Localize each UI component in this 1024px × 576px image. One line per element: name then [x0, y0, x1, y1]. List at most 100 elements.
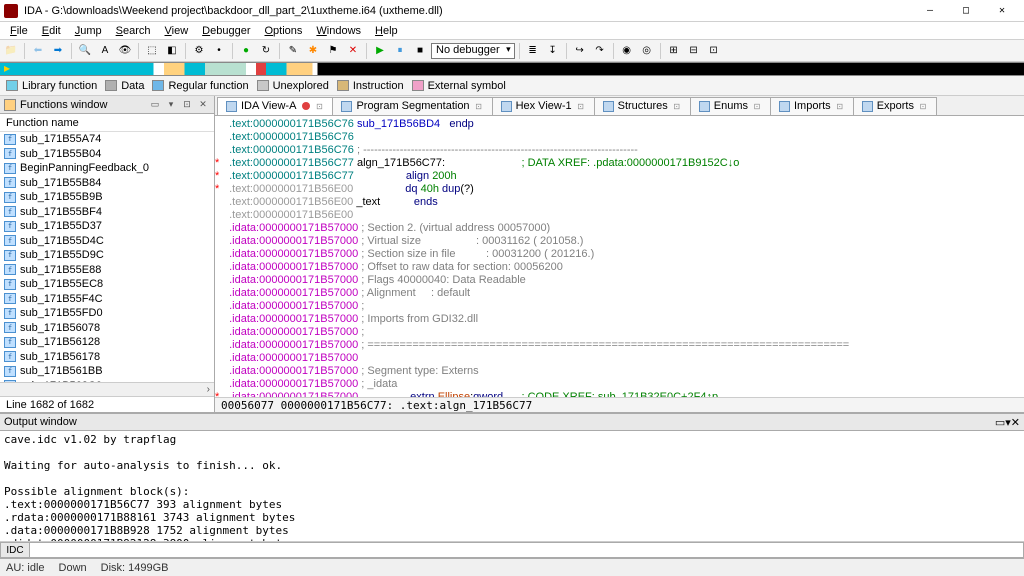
navigation-band[interactable]: ▸ [0, 62, 1024, 76]
tab-close-icon[interactable]: ⊡ [918, 101, 928, 111]
dot1-icon[interactable]: • [210, 42, 228, 60]
disasm-line[interactable]: .idata:0000000171B57000 ; Offset to raw … [215, 261, 1024, 274]
disasm-line[interactable]: .idata:0000000171B57000 ; _idata [215, 378, 1024, 391]
binoculars-icon[interactable]: 👁 [116, 42, 134, 60]
close-button[interactable]: ✕ [984, 1, 1020, 21]
step-icon[interactable]: ↪ [571, 42, 589, 60]
disasm-line[interactable]: * .text:0000000171B56E00 dq 40h dup(?) [215, 183, 1024, 196]
function-row[interactable]: fsub_171B55D9C [0, 248, 214, 263]
disassembly-view[interactable]: .text:0000000171B56C76 sub_171B56BD4 end… [215, 116, 1024, 397]
stop-icon[interactable]: ■ [411, 42, 429, 60]
text-icon[interactable]: A [96, 42, 114, 60]
disasm-line[interactable]: .text:0000000171B56E00 _text ends [215, 196, 1024, 209]
function-row[interactable]: fsub_171B56178 [0, 350, 214, 365]
disasm-line[interactable]: .idata:0000000171B57000 ; Segment type: … [215, 365, 1024, 378]
function-row[interactable]: fsub_171B561BB [0, 364, 214, 379]
flag-icon[interactable]: ⚑ [324, 42, 342, 60]
script-icon[interactable]: ✱ [304, 42, 322, 60]
tab-close-icon[interactable]: ⊡ [314, 101, 324, 111]
minimize-button[interactable]: — [912, 1, 948, 21]
disasm-line[interactable]: .idata:0000000171B57000 [215, 352, 1024, 365]
x1-icon[interactable]: ⊞ [665, 42, 683, 60]
tool2-icon[interactable]: ↧ [544, 42, 562, 60]
output-close-icon[interactable]: ✕ [1011, 416, 1020, 429]
function-row[interactable]: fsub_171B55BF4 [0, 205, 214, 220]
disasm-line[interactable]: .idata:0000000171B57000 ; Virtual size :… [215, 235, 1024, 248]
forward-icon[interactable]: ➡ [49, 42, 67, 60]
menu-edit[interactable]: Edit [36, 24, 67, 38]
tab-exports[interactable]: Exports⊡ [853, 97, 937, 115]
disasm-line[interactable]: * .idata:0000000171B57000 extrn Ellipse:… [215, 391, 1024, 397]
stepover-icon[interactable]: ↷ [591, 42, 609, 60]
reload-icon[interactable]: ↻ [257, 42, 275, 60]
go-icon[interactable]: ● [237, 42, 255, 60]
run-icon[interactable]: ⚙ [190, 42, 208, 60]
tab-close-icon[interactable]: ⊡ [672, 101, 682, 111]
function-row[interactable]: fsub_171B55EC8 [0, 277, 214, 292]
functions-column-header[interactable]: Function name [0, 114, 214, 132]
graph-icon[interactable]: ◧ [163, 42, 181, 60]
tab-close-icon[interactable]: ⊡ [576, 101, 586, 111]
disasm-line[interactable]: .idata:0000000171B57000 ; Imports from G… [215, 313, 1024, 326]
menu-debugger[interactable]: Debugger [196, 24, 256, 38]
scroll-right-hint[interactable]: › [0, 382, 214, 396]
disasm-line[interactable]: .idata:0000000171B57000 ; Section 2. (vi… [215, 222, 1024, 235]
x2-icon[interactable]: ⊟ [685, 42, 703, 60]
function-row[interactable]: fsub_171B56128 [0, 335, 214, 350]
disasm-line[interactable]: .text:0000000171B56E00 [215, 209, 1024, 222]
debugger-select[interactable]: No debugger [431, 43, 515, 59]
disasm-line[interactable]: .text:0000000171B56C76 ; ---------------… [215, 144, 1024, 157]
disasm-line[interactable]: .text:0000000171B56C76 sub_171B56BD4 end… [215, 118, 1024, 131]
pane-dock-icon[interactable]: ⊡ [180, 98, 194, 112]
disasm-line[interactable]: .idata:0000000171B57000 ; Section size i… [215, 248, 1024, 261]
disasm-line[interactable]: * .text:0000000171B56C77 algn_171B56C77:… [215, 157, 1024, 170]
tab-imports[interactable]: Imports⊡ [770, 97, 854, 115]
search-icon[interactable]: 🔍 [76, 42, 94, 60]
output-undock-icon[interactable]: ▭ [995, 416, 1005, 429]
disasm-line[interactable]: .idata:0000000171B57000 ; [215, 326, 1024, 339]
disasm-line[interactable]: .idata:0000000171B57000 ; ==============… [215, 339, 1024, 352]
menu-windows[interactable]: Windows [310, 24, 367, 38]
tab-ida-view-a[interactable]: IDA View-A⊡ [217, 97, 333, 115]
tab-hex-view-1[interactable]: Hex View-1⊡ [492, 97, 595, 115]
note-icon[interactable]: ✎ [284, 42, 302, 60]
back-icon[interactable]: ⬅ [29, 42, 47, 60]
menu-file[interactable]: File [4, 24, 34, 38]
output-prompt-label[interactable]: IDC [0, 542, 30, 558]
function-row[interactable]: fsub_171B55B04 [0, 147, 214, 162]
tool1-icon[interactable]: ≣ [524, 42, 542, 60]
tab-close-icon[interactable]: ⊡ [752, 101, 762, 111]
function-row[interactable]: fsub_171B55B9B [0, 190, 214, 205]
bp-icon[interactable]: ◉ [618, 42, 636, 60]
menu-help[interactable]: Help [369, 24, 404, 38]
bp2-icon[interactable]: ◎ [638, 42, 656, 60]
pause-icon[interactable]: ⏸ [391, 42, 409, 60]
menu-view[interactable]: View [159, 24, 195, 38]
menu-search[interactable]: Search [110, 24, 157, 38]
menu-jump[interactable]: Jump [69, 24, 108, 38]
tab-structures[interactable]: Structures⊡ [594, 97, 691, 115]
function-row[interactable]: fBeginPanningFeedback_0 [0, 161, 214, 176]
tab-close-icon[interactable]: ⊡ [474, 101, 484, 111]
disasm-line[interactable]: * .text:0000000171B56C77 align 200h [215, 170, 1024, 183]
disasm-line[interactable]: .idata:0000000171B57000 ; Alignment : de… [215, 287, 1024, 300]
function-row[interactable]: fsub_171B55D4C [0, 234, 214, 249]
function-row[interactable]: fsub_171B56078 [0, 321, 214, 336]
open-icon[interactable]: 📁 [2, 42, 20, 60]
function-row[interactable]: fsub_171B55FD0 [0, 306, 214, 321]
tab-program-segmentation[interactable]: Program Segmentation⊡ [332, 97, 492, 115]
x3-icon[interactable]: ⊡ [705, 42, 723, 60]
function-row[interactable]: fsub_171B55D37 [0, 219, 214, 234]
functions-list[interactable]: fsub_171B55A74fsub_171B55B04fBeginPannin… [0, 132, 214, 382]
disasm-line[interactable]: .text:0000000171B56C76 [215, 131, 1024, 144]
pane-close-icon[interactable]: ✕ [196, 98, 210, 112]
output-body[interactable]: cave.idc v1.02 by trapflag Waiting for a… [0, 431, 1024, 541]
pane-menu-icon[interactable]: ▾ [164, 98, 178, 112]
delete-icon[interactable]: ✕ [344, 42, 362, 60]
hex-icon[interactable]: ⬚ [143, 42, 161, 60]
tab-enums[interactable]: Enums⊡ [690, 97, 771, 115]
tab-close-icon[interactable]: ⊡ [835, 101, 845, 111]
function-row[interactable]: fsub_171B55F4C [0, 292, 214, 307]
play-icon[interactable]: ▶ [371, 42, 389, 60]
menu-options[interactable]: Options [258, 24, 308, 38]
